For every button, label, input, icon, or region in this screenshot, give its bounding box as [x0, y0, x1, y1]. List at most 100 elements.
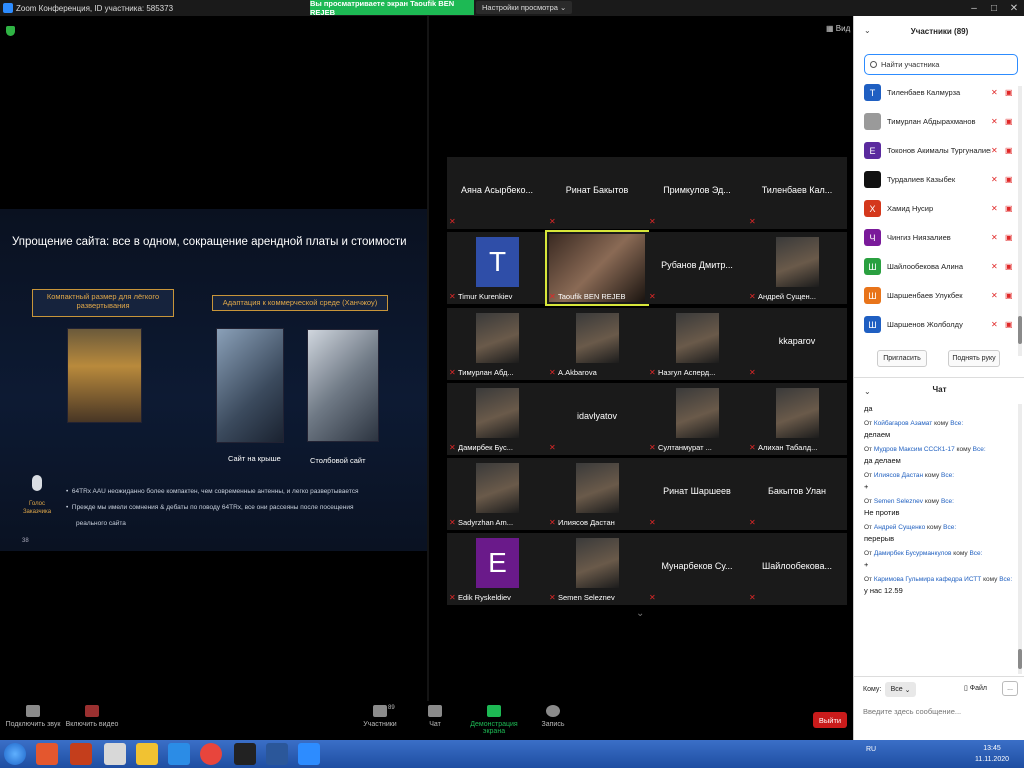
avatar: E [864, 142, 881, 159]
more-options-button[interactable]: ... [1002, 681, 1018, 696]
search-placeholder: Найти участника [881, 60, 940, 69]
mic-muted-icon: ✕ [549, 443, 556, 452]
video-tile[interactable]: ✕ Taoufik BEN REJEB [545, 230, 649, 306]
media-player-icon[interactable] [36, 743, 58, 765]
video-tile[interactable]: E ✕ Edik Ryskeldiev [447, 533, 547, 605]
search-icon [870, 61, 877, 68]
raise-hand-button[interactable]: Поднять руку [948, 350, 1000, 367]
chat-scrollbar[interactable] [1018, 404, 1022, 674]
view-button[interactable]: ▦ Вид [826, 24, 850, 33]
chat-panel-title: Чат [932, 385, 947, 394]
video-tile[interactable]: ✕ Андрей Сущен... [747, 232, 847, 304]
powerpoint-icon[interactable] [70, 743, 92, 765]
start-video-button[interactable]: Включить видео [64, 705, 120, 728]
invite-button[interactable]: Пригласить [877, 350, 927, 367]
video-tile[interactable]: Мунарбеков Су... ✕ [647, 533, 747, 605]
video-tile[interactable]: Ринат Шаршеев ✕ [647, 458, 747, 530]
participant-name: Турдалиев Казыбек [887, 175, 956, 184]
scrollbar-thumb[interactable] [1018, 316, 1022, 344]
chat-sender: Каримова Гульмира кафедра ИСТТ [873, 576, 982, 583]
participants-panel-title: Участники (89) [910, 26, 969, 36]
chat-message-text: да делаем [864, 456, 901, 465]
tile-label: A.Akbarova [558, 368, 597, 377]
participant-row[interactable]: Турдалиев Казыбек ✕ ▣ [854, 165, 1024, 194]
participant-row[interactable]: Ш Шаршенбаев Улукбек ✕ ▣ [854, 281, 1024, 310]
tile-label: Султанмурат ... [658, 443, 712, 452]
chevron-down-icon[interactable]: ⌄ [636, 608, 644, 619]
language-indicator[interactable]: RU [866, 746, 876, 753]
to-prefix: кому [983, 576, 998, 583]
chat-recipient: Все: [999, 576, 1013, 583]
video-off-icon: ▣ [1005, 88, 1013, 97]
from-prefix: От [864, 498, 873, 505]
participant-search-input[interactable]: Найти участника [864, 54, 1018, 75]
participant-video [576, 538, 619, 588]
video-tile[interactable]: ✕ Semen Seleznev [547, 533, 647, 605]
paint-icon[interactable] [104, 743, 126, 765]
participant-row[interactable]: Х Хамид Нусир ✕ ▣ [854, 194, 1024, 223]
video-tile[interactable]: T ✕ Timur Kurenkiev [447, 232, 547, 304]
chat-sender: Койбагаров Азамат [873, 420, 933, 427]
participant-row[interactable]: E Токонов Акималы Тургуналиев... ✕ ▣ [854, 136, 1024, 165]
view-options-button[interactable]: Настройки просмотра ⌄ [476, 1, 573, 14]
chat-icon [428, 705, 442, 717]
mic-muted-icon: ✕ [749, 217, 756, 226]
video-tile[interactable]: ✕ Тимурлан Абд... [447, 308, 547, 380]
meeting-toolbar: Подключить звук Включить видео Участники… [0, 701, 853, 740]
video-tile[interactable]: Ринат Бакытов ✕ [547, 157, 647, 229]
tile-label: Илиясов Дастан [558, 518, 615, 527]
participant-row[interactable]: Ч Чингиз Ниязалиев ✕ ▣ [854, 223, 1024, 252]
leave-button[interactable]: Выйти [813, 712, 847, 728]
recipient-select[interactable]: Все ⌄ [885, 682, 916, 697]
system-clock[interactable]: 13:45 11.11.2020 [975, 743, 1009, 765]
close-icon[interactable]: ✕ [1004, 0, 1024, 16]
word-icon[interactable] [266, 743, 288, 765]
minimize-icon[interactable]: – [964, 0, 984, 16]
start-button-icon[interactable] [4, 743, 26, 765]
tile-label: Timur Kurenkiev [458, 292, 513, 301]
file-button[interactable]: ▯ Файл [964, 684, 987, 692]
participant-row[interactable]: Ш Шаршенов Жолболду ✕ ▣ [854, 310, 1024, 339]
record-button[interactable]: Запись [540, 705, 566, 728]
slide-box-commercial: Адаптация к коммерческой среде (Ханчжоу) [212, 295, 388, 311]
participant-row[interactable]: Тимурлан Абдырахманов ✕ ▣ [854, 107, 1024, 136]
participants-button[interactable]: Участники 89 [360, 705, 400, 728]
participant-row[interactable]: Ш Шайлообекова Алина ✕ ▣ [854, 252, 1024, 281]
chrome-icon[interactable] [200, 743, 222, 765]
internet-explorer-icon[interactable] [168, 743, 190, 765]
video-tile[interactable]: ✕ Назгул Асперд... [647, 308, 747, 380]
explorer-icon[interactable] [136, 743, 158, 765]
video-tile[interactable]: idavlyatov ✕ [547, 383, 647, 455]
video-tile[interactable]: ✕ Алихан Табалд... [747, 383, 847, 455]
avatar: Х [864, 200, 881, 217]
share-screen-button[interactable]: Демонстрация экрана [460, 705, 528, 735]
chat-message-meta: От Дамирбек Бусурманкулов кому Все: [864, 550, 1020, 557]
participants-scrollbar[interactable] [1018, 86, 1022, 356]
participant-row[interactable]: T Тиленбаев Калмурза ✕ ▣ [854, 78, 1024, 107]
chat-message: От Дамирбек Бусурманкулов кому Все: + [864, 550, 1020, 569]
video-tile[interactable]: Бакытов Улан ✕ [747, 458, 847, 530]
video-tile[interactable]: ✕ Илиясов Дастан [547, 458, 647, 530]
video-tile[interactable]: ✕ A.Akbarova [547, 308, 647, 380]
zoom-taskbar-icon[interactable] [298, 743, 320, 765]
video-tile[interactable]: ✕ Султанмурат ... [647, 383, 747, 455]
video-tile[interactable]: Рубанов Дмитр... ✕ [647, 232, 747, 304]
scrollbar-thumb[interactable] [1018, 649, 1022, 669]
encryption-shield-icon[interactable] [6, 26, 15, 36]
split-divider[interactable] [427, 16, 429, 706]
app-icon[interactable] [234, 743, 256, 765]
mic-muted-icon: ✕ [449, 593, 456, 602]
video-tile[interactable]: Шайлообекова... ✕ [747, 533, 847, 605]
video-tile[interactable]: ✕ Дамирбек Бус... [447, 383, 547, 455]
mic-muted-icon: ✕ [549, 217, 556, 226]
video-tile[interactable]: Аяна Асырбеко... ✕ [447, 157, 547, 229]
video-tile[interactable]: kkaparov ✕ [747, 308, 847, 380]
video-tile[interactable]: Примкулов Эд... ✕ [647, 157, 747, 229]
chat-input[interactable] [863, 703, 1018, 719]
join-audio-button[interactable]: Подключить звук [4, 705, 62, 728]
video-tile[interactable]: Тиленбаев Кал... ✕ [747, 157, 847, 229]
video-tile[interactable]: ✕ Sadyrzhan Am... [447, 458, 547, 530]
chat-button[interactable]: Чат [426, 705, 444, 728]
maximize-icon[interactable]: □ [984, 0, 1004, 16]
video-off-icon: ▣ [1005, 320, 1013, 329]
